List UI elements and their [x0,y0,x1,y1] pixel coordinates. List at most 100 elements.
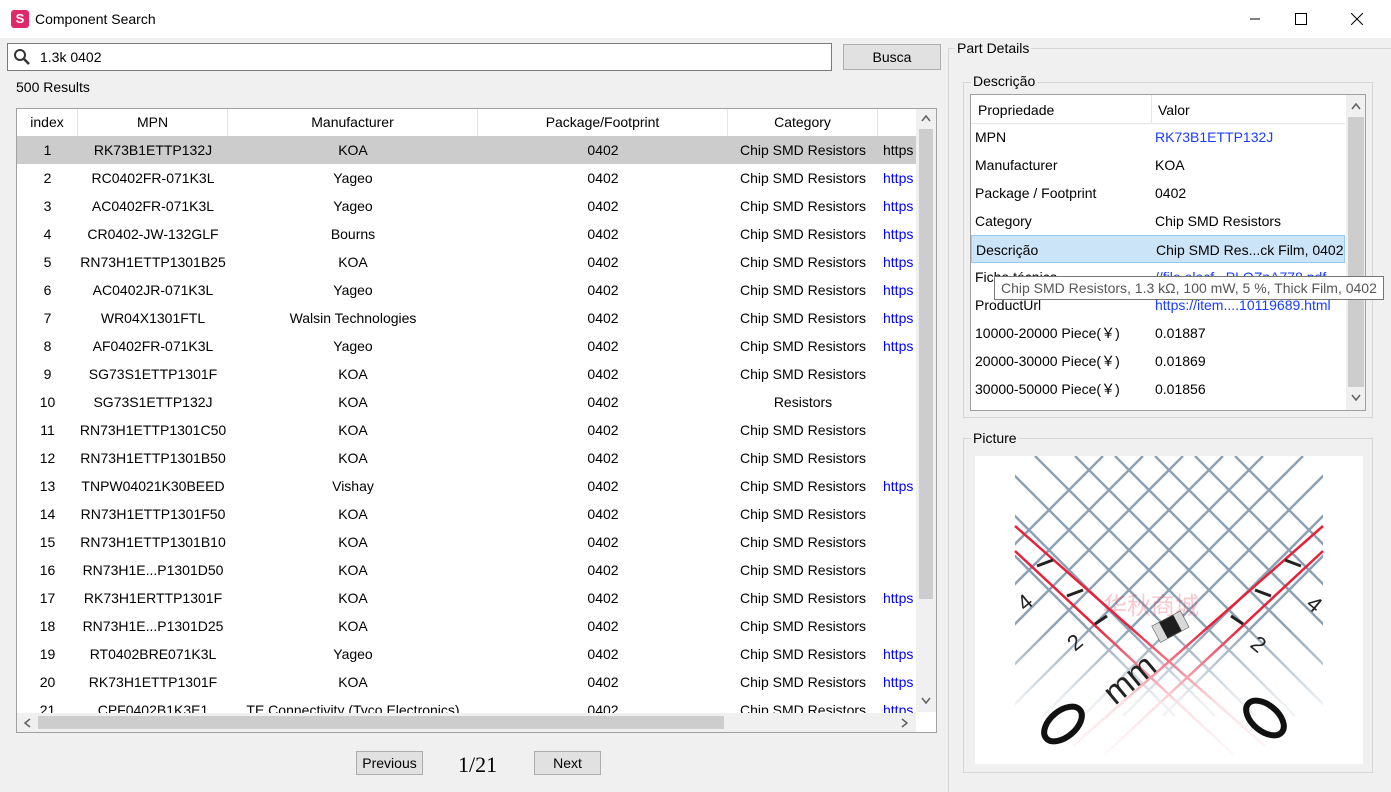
property-row[interactable]: 30000-50000 Piece(￥) 0.01856 [971,375,1345,403]
cell-category: Chip SMD Resistors [739,142,867,158]
cell-package: 0402 [587,534,619,550]
cell-package: 0402 [587,422,619,438]
cell-mpn: RN73H1E...P1301D25 [82,618,224,634]
scroll-left-icon [23,718,31,728]
horizontal-scrollbar-thumb[interactable] [38,716,724,729]
property-row[interactable]: 10000-20000 Piece(￥) 0.01887 [971,319,1345,347]
cell-category: Chip SMD Resistors [739,310,867,326]
cell-index: 3 [43,198,52,214]
cell-manufacturer: KOA [338,590,368,606]
table-row[interactable]: 2 RC0402FR-071K3L Yageo 0402 Chip SMD Resist… [17,164,917,192]
results-table[interactable]: index MPN Manufacturer Package/Footprint… [16,108,937,733]
properties-scrollbar[interactable] [1346,95,1365,410]
table-row[interactable]: 14 RN73H1ETTP1301F50 KOA 0402 Chip SMD Resis… [17,500,917,528]
cell-package: 0402 [587,226,619,242]
cell-mpn: RK73B1ETTP132J [93,142,213,158]
header-valor[interactable]: Valor [1158,102,1190,118]
cell-index: 16 [39,562,56,578]
part-details-title: Part Details [955,40,1032,56]
column-header-index[interactable]: index [17,109,78,136]
cell-manufacturer: KOA [338,142,368,158]
cell-manufacturer: KOA [338,506,368,522]
cell-mpn: RN73H1ETTP1301B10 [80,534,226,550]
table-row[interactable]: 17 RK73H1ERTTP1301F KOA 0402 Chip SMD Resist… [17,584,917,612]
table-row[interactable]: 5 RN73H1ETTP1301B25 KOA 0402 Chip SMD Resist… [17,248,917,276]
table-row[interactable]: 3 AC0402FR-071K3L Yageo 0402 Chip SMD Resist… [17,192,917,220]
next-button[interactable]: Next [534,751,601,775]
cell-mpn: CR0402-JW-132GLF [87,226,219,242]
cell-index: 6 [43,282,52,298]
cell-index: 13 [39,478,56,494]
picture-watermark: 华秋商城 [1103,592,1199,620]
table-row[interactable]: 12 RN73H1ETTP1301B50 KOA 0402 Chip SMD Resis… [17,444,917,472]
search-icon [14,49,30,65]
property-key: Manufacturer [975,157,1058,173]
cell-index: 9 [43,366,52,382]
property-row[interactable]: MPN RK73B1ETTP132J [971,123,1345,151]
column-header-manufacturer[interactable]: Manufacturer [228,109,478,136]
cell-package: 0402 [587,506,619,522]
property-value[interactable]: RK73B1ETTP132J [1155,123,1345,151]
cell-mpn: AC0402FR-071K3L [91,198,215,214]
previous-button[interactable]: Previous [356,751,423,775]
window-title: Component Search [35,11,156,27]
cell-mpn: RN73H1ETTP1301F50 [80,506,226,522]
cell-index: 2 [43,170,52,186]
page-indicator: 1/21 [458,752,498,777]
property-row[interactable]: Manufacturer KOA [971,151,1345,179]
cell-package: 0402 [587,450,619,466]
cell-index: 7 [43,310,52,326]
cell-mpn: SG73S1ETTP132J [93,394,213,410]
table-row[interactable]: 4 CR0402-JW-132GLF Bourns 0402 Chip SMD Resi… [17,220,917,248]
cell-manufacturer: KOA [338,534,368,550]
table-row[interactable]: 8 AF0402FR-071K3L Yageo 0402 Chip SMD Resist… [17,332,917,360]
cell-index: 4 [43,226,52,242]
close-button[interactable] [1334,0,1380,38]
minimize-button[interactable] [1232,0,1278,38]
table-row[interactable]: 1 RK73B1ETTP132J KOA 0402 Chip SMD Resistors… [17,136,917,164]
cell-package: 0402 [587,142,619,158]
property-row[interactable]: 20000-30000 Piece(￥) 0.01869 [971,347,1345,375]
header-propriedade[interactable]: Propriedade [978,102,1054,118]
property-row[interactable]: Descrição Chip SMD Res...ck Film, 0402 [971,235,1345,263]
cell-index: 11 [40,422,55,438]
cell-package: 0402 [587,478,619,494]
cell-package: 0402 [587,198,619,214]
cell-package: 0402 [587,366,619,382]
table-row[interactable]: 9 SG73S1ETTP1301F KOA 0402 Chip SMD Resistor… [17,360,917,388]
picture-title: Picture [971,430,1019,446]
cell-category: Chip SMD Resistors [739,506,867,522]
resistor-on-grid-image: 4 2 4 2 mm 华秋商城 [1012,456,1327,764]
cell-mpn: RC0402FR-071K3L [91,170,215,186]
property-row[interactable]: Package / Footprint 0402 [971,179,1345,207]
cell-mpn: RK73H1ERTTP1301F [83,590,223,606]
property-row[interactable]: Category Chip SMD Resistors [971,207,1345,235]
cell-manufacturer: KOA [338,366,368,382]
search-button[interactable]: Busca [843,44,941,70]
column-header-category[interactable]: Category [728,109,878,136]
maximize-button[interactable] [1278,0,1324,38]
table-row[interactable]: 11 RN73H1ETTP1301C50 KOA 0402 Chip SMD Resis… [17,416,917,444]
table-row[interactable]: 13 TNPW04021K30BEED Vishay 0402 Chip SMD Res… [17,472,917,500]
cell-category: Chip SMD Resistors [739,646,867,662]
property-key: 30000-50000 Piece(￥) [975,381,1120,397]
table-row[interactable]: 7 WR04X1301FTL Walsin Technologies 0402 Chip… [17,304,917,332]
cell-manufacturer: KOA [338,562,368,578]
column-header-mpn[interactable]: MPN [78,109,228,136]
search-input[interactable]: 1.3k 0402 [7,43,832,71]
table-row[interactable]: 18 RN73H1E...P1301D25 KOA 0402 Chip SMD Resi… [17,612,917,640]
table-row[interactable]: 6 AC0402JR-071K3L Yageo 0402 Chip SMD Resist… [17,276,917,304]
table-row[interactable]: 19 RT0402BRE071K3L Yageo 0402 Chip SMD Resis… [17,640,917,668]
results-count: 500 Results [16,79,90,95]
vertical-scrollbar-thumb[interactable] [919,129,933,599]
column-header-package[interactable]: Package/Footprint [478,109,728,136]
properties-scrollbar-thumb[interactable] [1348,117,1364,387]
cell-mpn: RN73H1ETTP1301B50 [80,450,226,466]
table-row[interactable]: 20 RK73H1ETTP1301F KOA 0402 Chip SMD Resisto… [17,668,917,696]
table-row[interactable]: 10 SG73S1ETTP132J KOA 0402 Resistors [17,388,917,416]
cell-package: 0402 [587,282,619,298]
table-row[interactable]: 15 RN73H1ETTP1301B10 KOA 0402 Chip SMD Resis… [17,528,917,556]
property-key: Category [975,213,1032,229]
properties-table[interactable]: Propriedade Valor MPN RK73B1ETTP132J Manuf… [970,94,1366,411]
table-row[interactable]: 16 RN73H1E...P1301D50 KOA 0402 Chip SMD Resi… [17,556,917,584]
